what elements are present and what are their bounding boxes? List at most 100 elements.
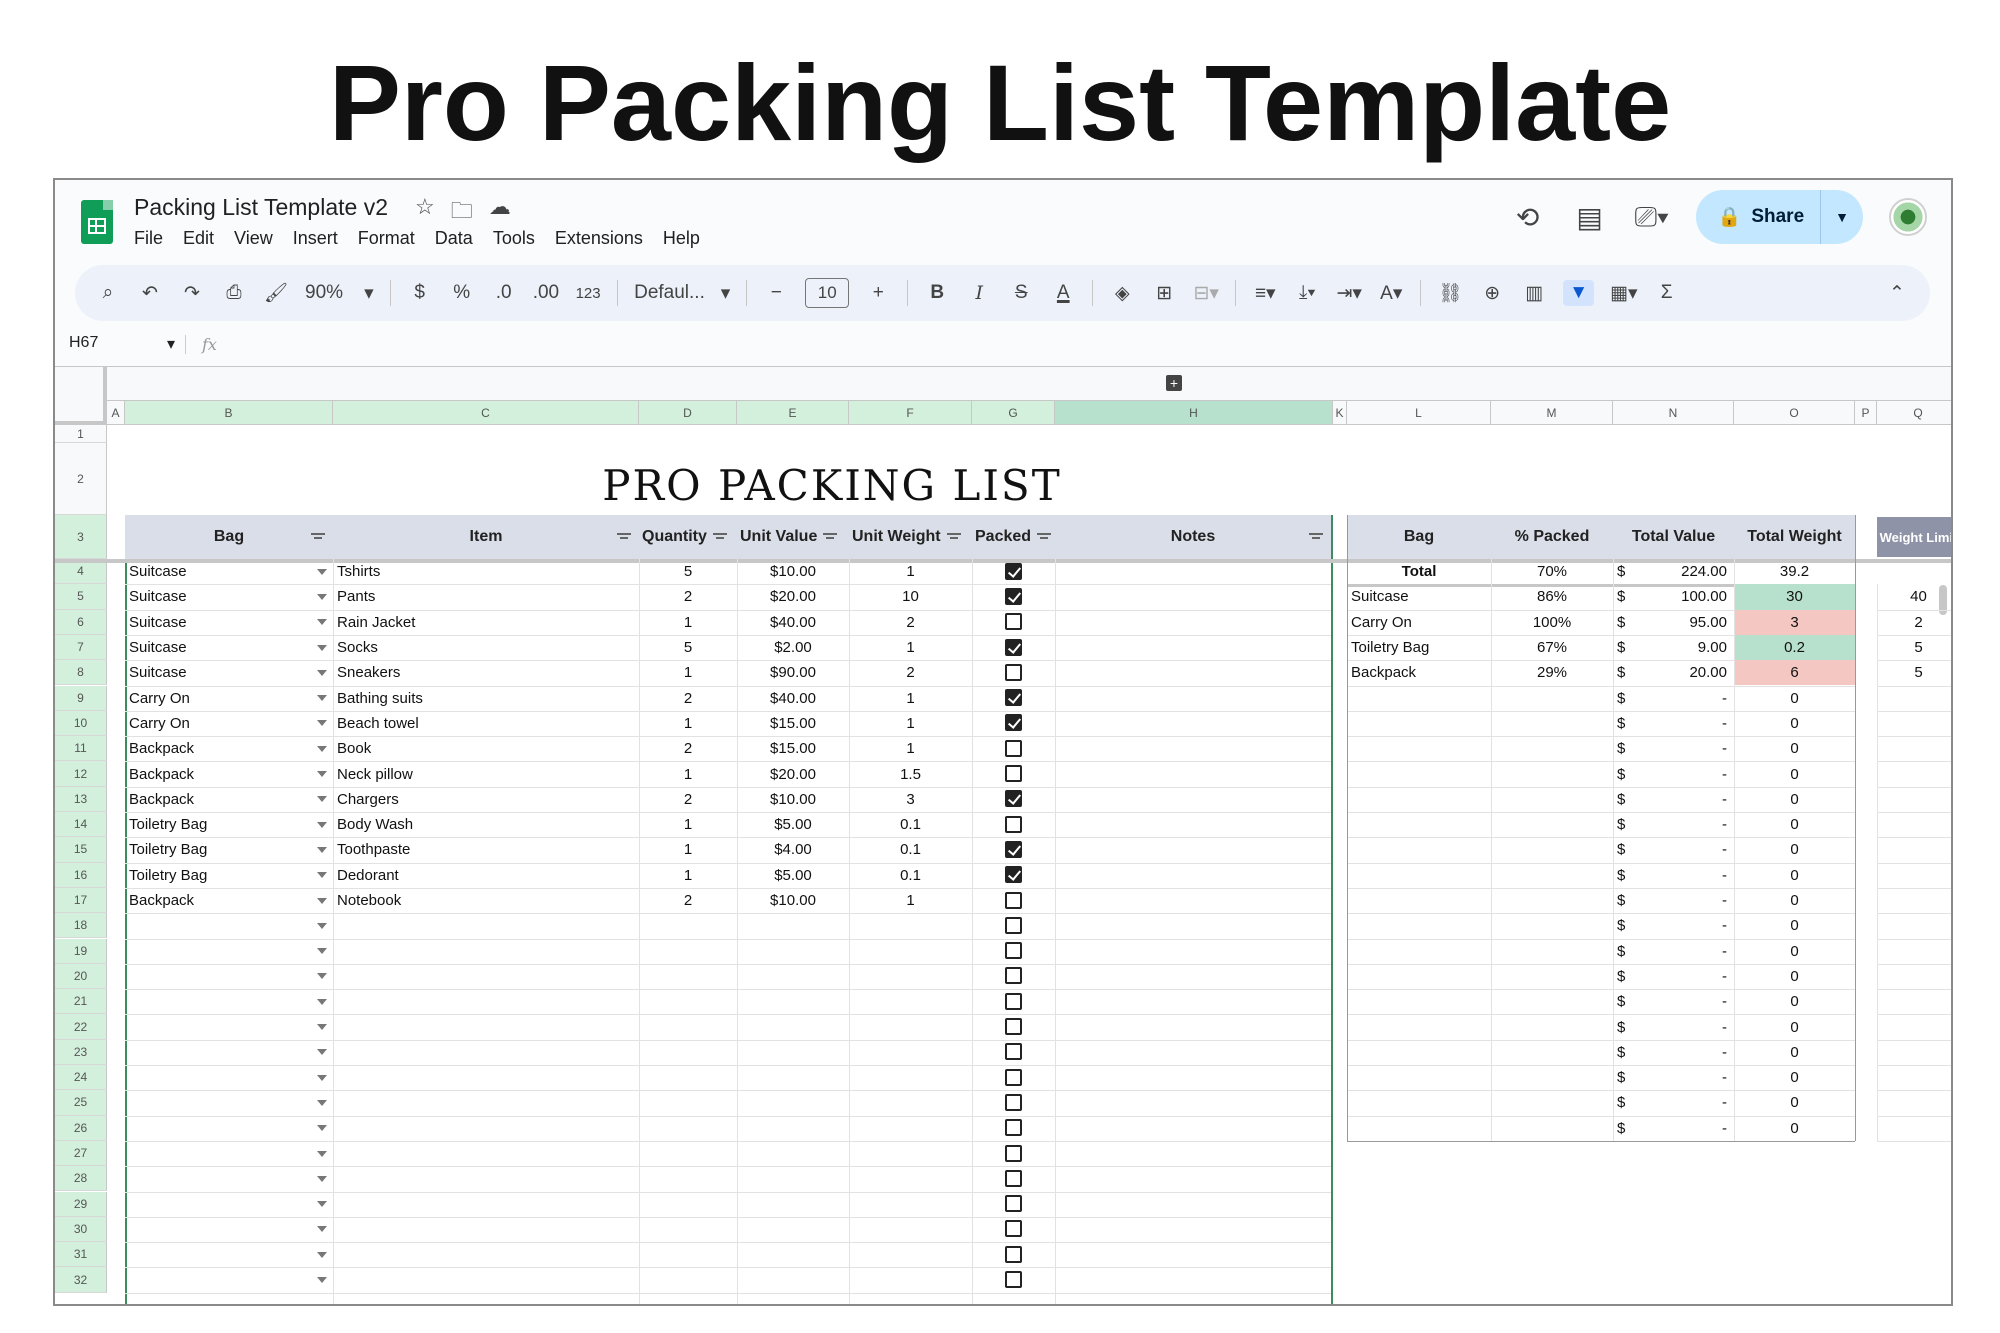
summary-bag-cell[interactable] xyxy=(1351,939,1491,964)
row-header-10[interactable]: 10 xyxy=(55,710,107,737)
summary-total-value[interactable]: 9.00 xyxy=(1637,635,1727,660)
column-header-p[interactable]: P xyxy=(1855,401,1877,425)
packed-checkbox[interactable] xyxy=(1005,1018,1022,1036)
strikethrough-icon[interactable]: S xyxy=(1008,282,1034,304)
weight-limit-header[interactable]: Weight Limit xyxy=(1877,517,1951,557)
summary-total-value[interactable]: - xyxy=(1637,736,1727,761)
packed-checkbox[interactable] xyxy=(1005,1119,1022,1137)
item-cell[interactable]: Dedorant xyxy=(337,863,637,888)
item-cell[interactable]: Tshirts xyxy=(337,559,637,584)
item-cell[interactable]: Chargers xyxy=(337,787,637,812)
summary-total-weight[interactable]: 0 xyxy=(1734,888,1855,913)
summary-total-weight[interactable]: 0 xyxy=(1734,1040,1855,1065)
bag-cell[interactable]: Suitcase xyxy=(129,559,319,584)
header-unit-weight[interactable]: Unit Weight xyxy=(849,515,972,559)
summary-bag-cell[interactable] xyxy=(1351,964,1491,989)
header-quantity[interactable]: Quantity xyxy=(639,515,737,559)
column-header-a[interactable]: A xyxy=(107,401,125,425)
summary-total-weight[interactable]: 0 xyxy=(1734,939,1855,964)
summary-total-label[interactable]: Total xyxy=(1347,559,1491,584)
column-filter-icon[interactable] xyxy=(1309,532,1323,542)
packed-checkbox[interactable] xyxy=(1005,1245,1022,1263)
header-unit-value[interactable]: Unit Value xyxy=(737,515,849,559)
row-header-12[interactable]: 12 xyxy=(55,761,107,787)
italic-button[interactable]: I xyxy=(966,282,992,304)
packed-checkbox[interactable] xyxy=(1005,714,1022,732)
version-history-icon[interactable]: ⟲ xyxy=(1510,201,1546,234)
item-cell[interactable]: Socks xyxy=(337,635,637,660)
row-header-27[interactable]: 27 xyxy=(55,1140,107,1167)
bag-cell[interactable] xyxy=(129,1267,319,1292)
item-cell[interactable]: Book xyxy=(337,736,637,761)
packed-checkbox[interactable] xyxy=(1005,562,1022,580)
packed-checkbox[interactable] xyxy=(1005,916,1022,934)
unit-value-cell[interactable]: $15.00 xyxy=(737,736,849,761)
summary-total-value[interactable]: - xyxy=(1637,863,1727,888)
text-color-icon[interactable]: A xyxy=(1050,282,1076,304)
horizontal-align-icon[interactable]: ≡▾ xyxy=(1252,282,1278,305)
bag-cell[interactable] xyxy=(129,1192,319,1217)
fill-color-icon[interactable]: ◈ xyxy=(1109,282,1135,305)
summary-percent-packed[interactable]: 100% xyxy=(1491,610,1613,635)
bag-cell[interactable] xyxy=(129,1090,319,1115)
bag-dropdown-caret-icon[interactable] xyxy=(317,1074,327,1081)
more-formats-button[interactable]: 123 xyxy=(575,285,601,302)
unit-weight-cell[interactable]: 1 xyxy=(849,635,972,660)
summary-total-value[interactable]: - xyxy=(1637,1065,1727,1090)
bag-dropdown-caret-icon[interactable] xyxy=(317,1099,327,1106)
quantity-cell[interactable]: 2 xyxy=(639,584,737,609)
row-header-14[interactable]: 14 xyxy=(55,812,107,838)
header-bag[interactable]: Bag xyxy=(125,515,333,559)
summary-total-value[interactable]: - xyxy=(1637,1040,1727,1065)
packed-checkbox[interactable] xyxy=(1005,1043,1022,1061)
summary-bag-cell[interactable]: Carry On xyxy=(1351,610,1491,635)
packed-checkbox[interactable] xyxy=(1005,1093,1022,1111)
unit-weight-cell[interactable]: 2 xyxy=(849,610,972,635)
row-header-13[interactable]: 13 xyxy=(55,786,107,812)
summary-header--packed[interactable]: % Packed xyxy=(1491,515,1613,559)
unit-weight-cell[interactable]: 1 xyxy=(849,888,972,913)
unit-value-cell[interactable]: $5.00 xyxy=(737,812,849,837)
meet-icon[interactable]: ⎚▾ xyxy=(1634,201,1670,234)
summary-total-weight[interactable]: 39.2 xyxy=(1734,559,1855,584)
bag-cell[interactable] xyxy=(129,964,319,989)
row-header-25[interactable]: 25 xyxy=(55,1090,107,1116)
quantity-cell[interactable]: 2 xyxy=(639,686,737,711)
text-wrapping-icon[interactable]: ⇥▾ xyxy=(1336,282,1362,305)
unit-weight-cell[interactable]: 1 xyxy=(849,559,972,584)
summary-total-value[interactable]: - xyxy=(1637,888,1727,913)
quantity-cell[interactable]: 1 xyxy=(639,610,737,635)
item-cell[interactable]: Pants xyxy=(337,584,637,609)
summary-bag-cell[interactable] xyxy=(1351,1065,1491,1090)
menu-tools[interactable]: Tools xyxy=(493,228,535,249)
bag-dropdown-caret-icon[interactable] xyxy=(317,998,327,1005)
summary-total-weight[interactable]: 0 xyxy=(1734,1065,1855,1090)
star-icon[interactable]: ☆ xyxy=(415,194,435,232)
paint-format-icon[interactable]: 🖌 xyxy=(263,281,289,305)
packed-checkbox[interactable] xyxy=(1005,587,1022,605)
summary-total-weight[interactable]: 0 xyxy=(1734,787,1855,812)
sheet-grid[interactable]: + ABCDEFGHKLMNOPQR1234567891011121314151… xyxy=(55,366,1951,1304)
column-header-f[interactable]: F xyxy=(849,401,972,425)
unit-weight-cell[interactable]: 0.1 xyxy=(849,863,972,888)
row-header-21[interactable]: 21 xyxy=(55,989,107,1015)
row-header-29[interactable]: 29 xyxy=(55,1191,107,1217)
summary-bag-cell[interactable] xyxy=(1351,761,1491,786)
unit-value-cell[interactable]: $10.00 xyxy=(737,559,849,584)
summary-bag-cell[interactable]: Suitcase xyxy=(1351,584,1491,609)
unit-weight-cell[interactable]: 1 xyxy=(849,686,972,711)
menu-data[interactable]: Data xyxy=(435,228,473,249)
bag-cell[interactable] xyxy=(129,939,319,964)
bag-cell[interactable] xyxy=(129,989,319,1014)
row-header-6[interactable]: 6 xyxy=(55,609,107,635)
column-filter-icon[interactable] xyxy=(823,532,838,542)
row-header-24[interactable]: 24 xyxy=(55,1065,107,1091)
bag-dropdown-caret-icon[interactable] xyxy=(317,1125,327,1132)
summary-bag-cell[interactable]: Toiletry Bag xyxy=(1351,635,1491,660)
row-header-11[interactable]: 11 xyxy=(55,736,107,762)
bag-dropdown-caret-icon[interactable] xyxy=(317,593,327,600)
quantity-cell[interactable]: 1 xyxy=(639,711,737,736)
packed-checkbox[interactable] xyxy=(1005,613,1022,631)
summary-total-weight[interactable]: 0 xyxy=(1734,686,1855,711)
name-box[interactable]: H67 ▾ xyxy=(55,334,185,354)
